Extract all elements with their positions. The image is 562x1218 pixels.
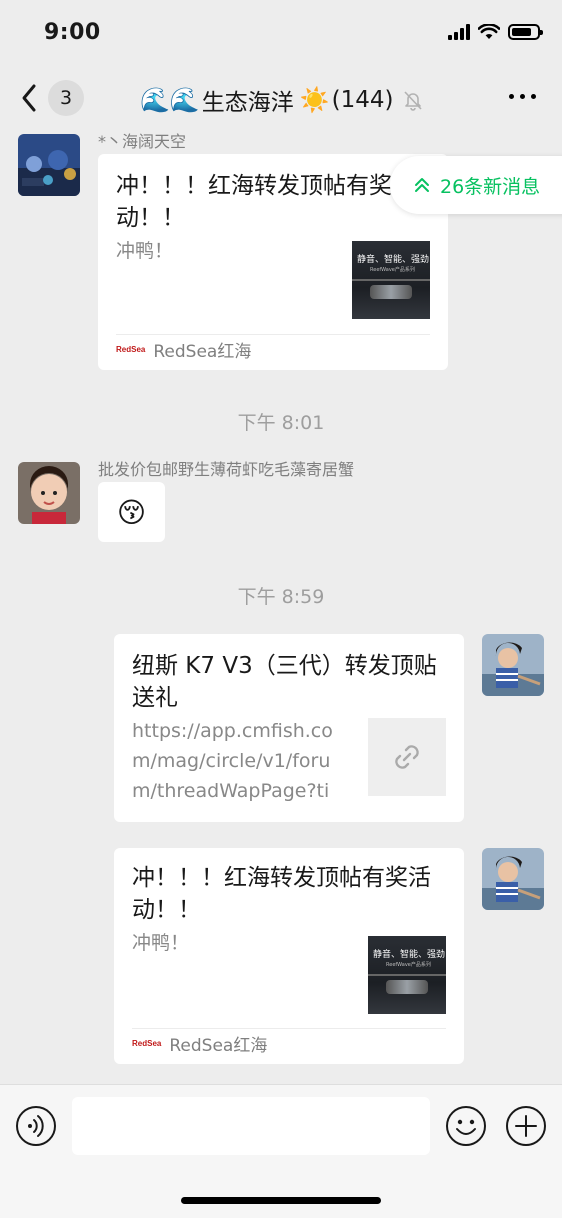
thumbnail-subcaption: ReefWave产品系列 (370, 267, 415, 273)
status-time: 9:00 (44, 20, 101, 45)
source-name: RedSea红海 (169, 1036, 268, 1056)
link-icon (395, 745, 419, 769)
redsea-logo-icon: RedSea (132, 1039, 162, 1048)
link-card-message[interactable]: 纽斯 K7 V3（三代）转发顶贴送礼 https://app.cmfish.co… (114, 634, 464, 822)
kissing-face-emoji-icon: 😚 (116, 495, 147, 529)
sender-name: *丶海阔天空 (98, 132, 187, 151)
my-avatar[interactable] (482, 634, 544, 696)
message-list[interactable]: *丶海阔天空 冲！！！红海转发顶帖有奖活动！！ 冲鸭！ 静音、智能、强劲 Ree… (0, 130, 562, 1084)
new-messages-label: 26条新消息 (440, 175, 541, 198)
card-description: 冲鸭！ (116, 240, 174, 262)
sender-avatar[interactable] (18, 462, 80, 524)
home-indicator[interactable] (181, 1197, 381, 1204)
chat-title: 🌊🌊 生态海洋 ☀️ (144) (140, 83, 450, 117)
cellular-signal-icon (448, 24, 470, 40)
dot-icon (531, 94, 536, 99)
card-thumbnail: 静音、智能、强劲 ReefWave产品系列 (352, 241, 430, 319)
card-source: RedSea RedSea红海 (116, 337, 251, 362)
thumbnail-caption: 静音、智能、强劲 (373, 950, 446, 960)
card-source: RedSea RedSea红海 (132, 1031, 267, 1056)
pump-image-icon (386, 980, 428, 994)
thumbnail-caption: 静音、智能、强劲 (357, 255, 430, 265)
member-count: (144) (331, 87, 394, 113)
status-bar: 9:00 (0, 0, 562, 68)
link-url: https://app.cmfish.com/mag/circle/v1/for… (132, 720, 333, 802)
emoji-message[interactable]: 😚 (98, 482, 165, 542)
dot-icon (509, 94, 514, 99)
muted-bell-icon (403, 91, 422, 111)
card-title: 纽斯 K7 V3（三代）转发顶贴送礼 (132, 653, 437, 711)
message-input[interactable] (72, 1097, 430, 1155)
group-name: 生态海洋 (201, 90, 294, 116)
pump-image-icon (370, 285, 412, 299)
message-timestamp: 下午 8:59 (237, 586, 325, 608)
card-title: 冲！！！红海转发顶帖有奖活动！！ (132, 865, 431, 923)
emoji-icon[interactable] (445, 1105, 487, 1147)
child-photo-avatar-icon (482, 634, 544, 696)
battery-icon (508, 24, 543, 40)
card-title: 冲！！！红海转发顶帖有奖活动！！ (116, 173, 415, 231)
dot-icon (520, 94, 525, 99)
source-name: RedSea红海 (153, 342, 252, 362)
plus-icon[interactable] (505, 1105, 547, 1147)
thumbnail-subcaption: ReefWave产品系列 (386, 962, 431, 968)
unread-count-badge: 3 (48, 80, 84, 116)
sun-emoji-icon: ☀️ (299, 86, 330, 114)
divider (116, 334, 430, 335)
sender-name: 批发价包邮野生薄荷虾吃毛藻寄居蟹 (98, 460, 355, 479)
double-chevron-up-icon (415, 178, 429, 192)
wifi-icon (478, 24, 500, 39)
sender-avatar[interactable] (18, 134, 80, 196)
aquarium-avatar-icon (18, 134, 80, 196)
back-button[interactable]: 3 (18, 80, 84, 116)
redsea-logo-icon: RedSea (116, 345, 146, 354)
chat-header: 3 🌊🌊 生态海洋 ☀️ (144) (0, 68, 562, 130)
status-icons (448, 24, 543, 40)
more-options-button[interactable] (509, 94, 536, 99)
child-photo-avatar-icon (482, 848, 544, 910)
new-messages-button[interactable]: 26条新消息 (390, 156, 562, 214)
voice-input-icon[interactable] (15, 1105, 57, 1147)
card-description: 冲鸭！ (132, 932, 190, 954)
card-thumbnail: 静音、智能、强劲 ReefWave产品系列 (368, 936, 446, 1014)
chevron-left-icon (22, 84, 36, 112)
wave-emoji-icon: 🌊🌊 (140, 86, 200, 114)
link-thumbnail (368, 718, 446, 796)
message-timestamp: 下午 8:01 (237, 412, 325, 434)
divider (132, 1028, 446, 1029)
child-avatar-icon (18, 462, 80, 524)
link-card-message[interactable]: 冲！！！红海转发顶帖有奖活动！！ 冲鸭！ 静音、智能、强劲 ReefWave产品… (114, 848, 464, 1064)
my-avatar[interactable] (482, 848, 544, 910)
